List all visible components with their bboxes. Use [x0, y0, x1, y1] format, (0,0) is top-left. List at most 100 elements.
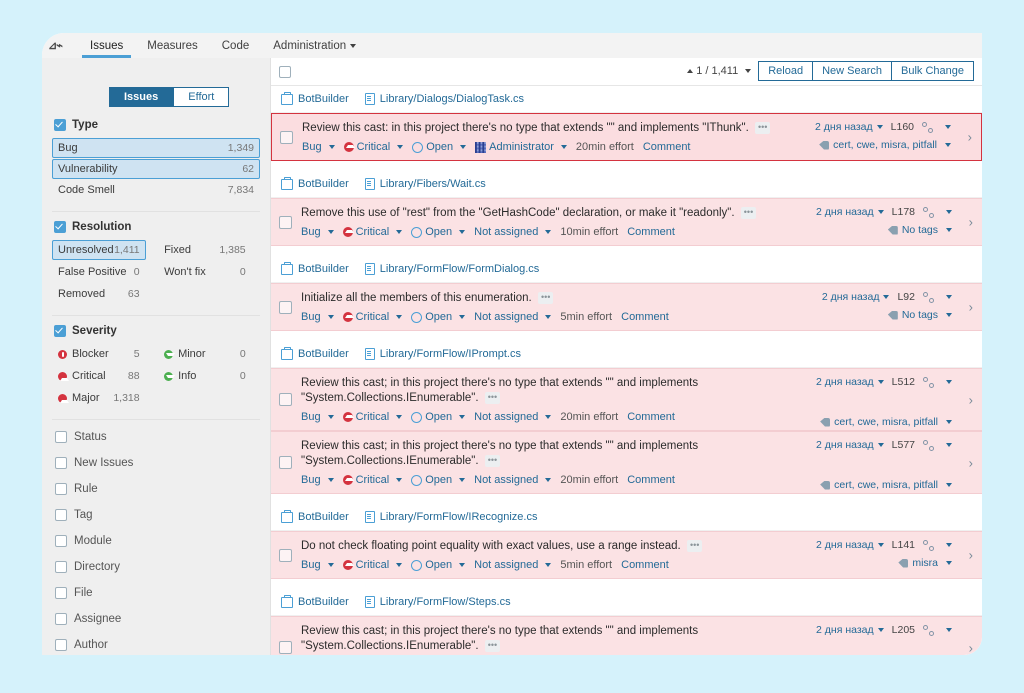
facet-item-critical[interactable]: Critical 88 — [52, 366, 146, 386]
open-issue-chevron-icon[interactable]: › — [968, 130, 972, 145]
open-issue-chevron-icon[interactable]: › — [969, 455, 973, 470]
issue-status[interactable]: Open — [411, 474, 466, 486]
facet-item-vulnerability[interactable]: Vulnerability 62 — [52, 159, 260, 179]
issue-severity[interactable]: Critical — [342, 559, 403, 571]
facet-severity-header[interactable]: Severity — [52, 325, 260, 343]
facet-file[interactable]: File — [52, 580, 260, 606]
issue-row[interactable]: Review this cast; in this project there'… — [271, 368, 982, 431]
issue-checkbox[interactable] — [279, 393, 292, 406]
issue-row[interactable]: Remove this use of "rest" from the "GetH… — [271, 198, 982, 246]
issue-expand-icon[interactable]: ••• — [537, 291, 554, 304]
issue-assignee[interactable]: Administrator — [475, 141, 567, 153]
checkbox-icon[interactable] — [55, 639, 67, 651]
facet-assignee[interactable]: Assignee — [52, 606, 260, 632]
facet-item-fixed[interactable]: Fixed 1,385 — [158, 240, 252, 260]
issue-type[interactable]: Bug — [301, 559, 334, 571]
scm-icon[interactable] — [923, 376, 934, 388]
nav-item-administration[interactable]: Administration — [261, 33, 368, 58]
issue-type[interactable]: Bug — [301, 226, 334, 238]
open-issue-chevron-icon[interactable]: › — [969, 300, 973, 315]
facet-item-minor[interactable]: Minor 0 — [158, 344, 252, 364]
scm-icon[interactable] — [923, 291, 934, 303]
issue-tags[interactable]: misra — [816, 557, 952, 569]
issue-row[interactable]: Do not check floating point equality wit… — [271, 531, 982, 579]
issue-date[interactable]: 2 дня назад — [816, 624, 884, 636]
issue-expand-icon[interactable]: ••• — [686, 539, 703, 552]
issue-severity[interactable]: Critical — [342, 474, 403, 486]
checkbox-icon[interactable] — [55, 561, 67, 573]
facet-item-code-smell[interactable]: Code Smell 7,834 — [52, 180, 260, 200]
bulk-change-button[interactable]: Bulk Change — [891, 61, 974, 81]
issue-type[interactable]: Bug — [301, 411, 334, 423]
checkbox-icon[interactable] — [54, 119, 66, 131]
sonarqube-logo-icon[interactable]: ⊿⌁ — [48, 39, 70, 53]
issue-severity[interactable]: Critical — [342, 311, 403, 323]
facet-item-false-positive[interactable]: False Positive 0 — [52, 262, 146, 282]
open-issue-chevron-icon[interactable]: › — [969, 392, 973, 407]
new-search-button[interactable]: New Search — [812, 61, 892, 81]
nav-item-issues[interactable]: Issues — [78, 33, 135, 58]
open-issue-chevron-icon[interactable]: › — [969, 548, 973, 563]
facet-status[interactable]: Status — [52, 424, 260, 450]
facet-item-major[interactable]: Major 1,318 — [52, 388, 146, 408]
select-all-checkbox[interactable] — [279, 65, 291, 78]
issue-severity[interactable]: Critical — [342, 411, 403, 423]
issue-checkbox[interactable] — [279, 548, 292, 562]
file-path-chip[interactable]: Library/FormFlow/Steps.cs — [364, 596, 511, 608]
scm-icon[interactable] — [923, 539, 934, 551]
issue-type[interactable]: Bug — [302, 141, 335, 153]
checkbox-icon[interactable] — [55, 509, 67, 521]
scm-icon[interactable] — [922, 121, 933, 133]
issue-status[interactable]: Open — [411, 226, 466, 238]
nav-item-measures[interactable]: Measures — [135, 33, 210, 58]
file-path-chip[interactable]: Library/Dialogs/DialogTask.cs — [364, 93, 524, 105]
issue-date[interactable]: 2 дня назад — [815, 121, 883, 133]
issue-assignee[interactable]: Not assigned — [474, 411, 552, 423]
issue-rule-filter[interactable] — [942, 439, 952, 451]
file-path-chip[interactable]: Library/FormFlow/IRecognize.cs — [364, 511, 537, 523]
issue-comment-button[interactable]: Comment — [621, 559, 669, 571]
facet-tag[interactable]: Tag — [52, 502, 260, 528]
facet-item-unresolved[interactable]: Unresolved 1,411 — [52, 240, 146, 260]
checkbox-icon[interactable] — [55, 587, 67, 599]
issue-expand-icon[interactable]: ••• — [484, 391, 501, 404]
issue-comment-button[interactable]: Comment — [627, 226, 675, 238]
checkbox-icon[interactable] — [55, 483, 67, 495]
issue-date[interactable]: 2 дня назад — [816, 539, 884, 551]
checkbox-icon[interactable] — [54, 325, 66, 337]
issue-checkbox[interactable] — [279, 300, 292, 314]
issue-type[interactable]: Bug — [301, 474, 334, 486]
open-issue-chevron-icon[interactable]: › — [969, 640, 973, 655]
issue-date[interactable]: 2 дня назад — [822, 291, 890, 303]
issue-row[interactable]: Review this cast; in this project there'… — [271, 616, 982, 655]
issue-checkbox[interactable] — [280, 130, 293, 144]
facet-type-header[interactable]: Type — [52, 119, 260, 137]
issue-status[interactable]: Open — [412, 141, 467, 153]
file-path-chip[interactable]: Library/Fibers/Wait.cs — [364, 178, 486, 190]
scm-icon[interactable] — [923, 206, 934, 218]
facet-author[interactable]: Author — [52, 632, 260, 655]
nav-item-code[interactable]: Code — [210, 33, 262, 58]
issue-checkbox[interactable] — [279, 456, 292, 469]
issue-rule-filter[interactable] — [941, 121, 951, 133]
file-path-chip[interactable]: Library/FormFlow/IPrompt.cs — [364, 348, 521, 360]
checkbox-icon[interactable] — [55, 431, 67, 443]
facet-rule[interactable]: Rule — [52, 476, 260, 502]
issue-checkbox[interactable] — [279, 641, 292, 654]
issue-rule-filter[interactable] — [942, 624, 952, 636]
issue-expand-icon[interactable]: ••• — [484, 454, 501, 467]
facet-item-wont-fix[interactable]: Won't fix 0 — [158, 262, 252, 282]
project-chip[interactable]: BotBuilder — [281, 261, 349, 275]
facet-resolution-header[interactable]: Resolution — [52, 221, 260, 239]
issue-date[interactable]: 2 дня назад — [816, 206, 884, 218]
project-chip[interactable]: BotBuilder — [281, 91, 349, 105]
issue-rule-filter[interactable] — [942, 206, 952, 218]
issue-tags[interactable]: No tags — [816, 224, 952, 236]
facet-item-info[interactable]: Info 0 — [158, 366, 252, 386]
checkbox-icon[interactable] — [55, 535, 67, 547]
scm-icon[interactable] — [923, 624, 934, 636]
issue-tags[interactable]: No tags — [822, 309, 952, 321]
facet-item-removed[interactable]: Removed 63 — [52, 284, 146, 304]
issue-date[interactable]: 2 дня назад — [816, 376, 884, 388]
project-chip[interactable]: BotBuilder — [281, 346, 349, 360]
